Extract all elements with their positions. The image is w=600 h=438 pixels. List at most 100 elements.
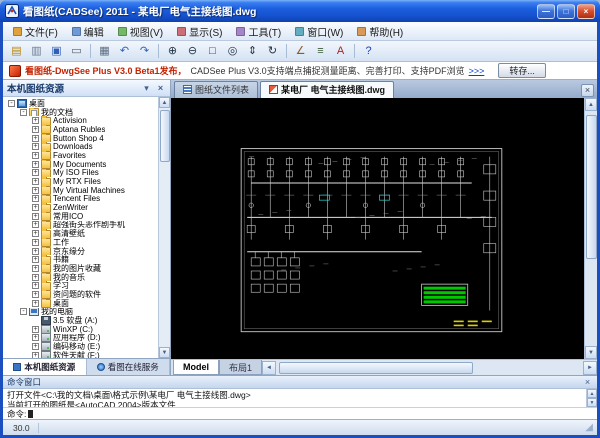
maximize-button[interactable]: □	[557, 4, 575, 19]
tree-item[interactable]: +编码移动 (E:)	[6, 342, 158, 351]
tree-item[interactable]: +My Virtual Machines	[6, 186, 158, 195]
scroll-up-icon[interactable]: ▲	[587, 389, 597, 398]
tree-expander[interactable]: +	[32, 239, 39, 246]
tree-expander[interactable]: +	[32, 143, 39, 150]
sidebar-close-icon[interactable]: ×	[155, 83, 166, 94]
tree-item[interactable]: +高清壁纸	[6, 229, 158, 238]
tree-item[interactable]: +ZenWriter	[6, 203, 158, 212]
print-button[interactable]: ▭	[67, 42, 86, 60]
scroll-down-icon[interactable]: ▼	[587, 398, 597, 407]
tree-item[interactable]: +书籍	[6, 255, 158, 264]
tree-expander[interactable]: +	[32, 152, 39, 159]
sidebar-scroll-thumb[interactable]	[160, 110, 170, 162]
tree-expander[interactable]: +	[32, 135, 39, 142]
save-button[interactable]: ▣	[47, 42, 66, 60]
command-scrollbar[interactable]: ▲ ▼	[586, 389, 597, 407]
tree-item[interactable]: +我的音乐	[6, 273, 158, 282]
menu-item-0[interactable]: 文件(F)	[6, 22, 65, 40]
measure-button[interactable]: ∠	[291, 42, 310, 60]
sidebar-tab-1[interactable]: 看图在线服务	[87, 359, 171, 375]
tree-item[interactable]: +超强街头恶作剧手机	[6, 221, 158, 230]
document-tab-0[interactable]: 图纸文件列表	[174, 81, 258, 98]
layout-tab-model[interactable]: Model	[173, 360, 219, 375]
convert-button[interactable]: 转存...	[498, 63, 546, 78]
tree-expander[interactable]: +	[32, 195, 39, 202]
tree-item[interactable]: +学习	[6, 281, 158, 290]
canvas-hscroll-thumb[interactable]	[279, 362, 473, 374]
scroll-up-icon[interactable]: ▲	[585, 98, 597, 111]
tree-expander[interactable]: +	[32, 169, 39, 176]
tree-expander[interactable]: +	[32, 291, 39, 298]
tree-item[interactable]: -我的文档	[6, 108, 158, 117]
tree-item[interactable]: +Favorites	[6, 151, 158, 160]
layout-tab-布局1[interactable]: 布局1	[219, 360, 262, 375]
tree-expander[interactable]: +	[32, 274, 39, 281]
tree-item[interactable]: +桌面	[6, 299, 158, 308]
menu-item-1[interactable]: 编辑	[65, 22, 111, 40]
menu-item-2[interactable]: 视图(V)	[111, 22, 170, 40]
tree-item[interactable]: +My RTX Files	[6, 177, 158, 186]
canvas-hscrollbar[interactable]: ◄ ►	[262, 360, 597, 375]
zoom-extents-button[interactable]: ◎	[223, 42, 242, 60]
tree-expander[interactable]: -	[20, 308, 27, 315]
cad-canvas[interactable]	[171, 98, 584, 359]
menu-item-6[interactable]: 帮助(H)	[350, 22, 410, 40]
tree-item[interactable]: +Button Shop 4	[6, 134, 158, 143]
rotate-button[interactable]: ↻	[263, 42, 282, 60]
tree-item[interactable]: +Downloads	[6, 142, 158, 151]
close-button[interactable]: ×	[577, 4, 595, 19]
tree-expander[interactable]: +	[32, 265, 39, 272]
zoom-in-button[interactable]: ⊕	[163, 42, 182, 60]
scroll-right-icon[interactable]: ►	[583, 361, 597, 375]
chevron-down-icon[interactable]: ▾	[141, 83, 152, 94]
pan-button[interactable]: ⇕	[243, 42, 262, 60]
tab-close-icon[interactable]: ×	[581, 84, 594, 97]
menu-item-5[interactable]: 窗口(W)	[288, 22, 350, 40]
tree-expander[interactable]: +	[32, 187, 39, 194]
tree-item[interactable]: +工作	[6, 238, 158, 247]
help-button[interactable]: ?	[359, 42, 378, 60]
tree-expander[interactable]: +	[32, 161, 39, 168]
tree-expander[interactable]: +	[32, 178, 39, 185]
resize-grip[interactable]: ◢	[585, 423, 595, 433]
sidebar-tab-0[interactable]: 本机图纸资源	[3, 359, 87, 375]
tree-expander[interactable]: +	[32, 282, 39, 289]
tree-expander[interactable]: +	[32, 126, 39, 133]
scroll-left-icon[interactable]: ◄	[262, 361, 276, 375]
tree-item[interactable]: -桌面	[6, 99, 158, 108]
promo-more-link[interactable]: >>>	[469, 66, 485, 76]
tree-expander[interactable]: +	[32, 343, 39, 350]
tree-item[interactable]: +我的图片收藏	[6, 264, 158, 273]
minimize-button[interactable]: —	[537, 4, 555, 19]
tree-item[interactable]: 3.5 软盘 (A:)	[6, 316, 158, 325]
tree-expander[interactable]: +	[32, 213, 39, 220]
zoom-out-button[interactable]: ⊖	[183, 42, 202, 60]
tree-item[interactable]: +Tencent Files	[6, 195, 158, 204]
tree-expander[interactable]: +	[32, 326, 39, 333]
command-close-icon[interactable]: ×	[582, 377, 593, 387]
document-tab-1[interactable]: 某电厂 电气主接线图.dwg	[260, 81, 394, 98]
tree-item[interactable]: +My Documents	[6, 160, 158, 169]
tree-item[interactable]: -我的电脑	[6, 308, 158, 317]
tree-expander[interactable]: +	[32, 204, 39, 211]
text-button[interactable]: A	[331, 42, 350, 60]
copy-button[interactable]: ▦	[95, 42, 114, 60]
tree-expander[interactable]: +	[32, 300, 39, 307]
sidebar-scrollbar[interactable]: ▲ ▼	[158, 97, 170, 358]
tree-expander[interactable]: +	[32, 230, 39, 237]
redo-button[interactable]: ↷	[135, 42, 154, 60]
scroll-up-icon[interactable]: ▲	[159, 97, 170, 108]
open-button[interactable]: ▤	[7, 42, 26, 60]
command-input-line[interactable]: 命令:	[3, 407, 597, 419]
tree-expander[interactable]: -	[8, 100, 15, 107]
close-file-button[interactable]: ▥	[27, 42, 46, 60]
tree-item[interactable]: +应用程序 (D:)	[6, 334, 158, 343]
tree-item[interactable]: +软件天献 (F:)	[6, 351, 158, 358]
tree-item[interactable]: +Activision	[6, 116, 158, 125]
menu-item-3[interactable]: 显示(S)	[170, 22, 229, 40]
tree-item[interactable]: +常用ICO	[6, 212, 158, 221]
scroll-down-icon[interactable]: ▼	[585, 346, 597, 359]
tree-item[interactable]: +京东缘分	[6, 247, 158, 256]
tree-item[interactable]: +WinXP (C:)	[6, 325, 158, 334]
tree-expander[interactable]: -	[20, 109, 27, 116]
